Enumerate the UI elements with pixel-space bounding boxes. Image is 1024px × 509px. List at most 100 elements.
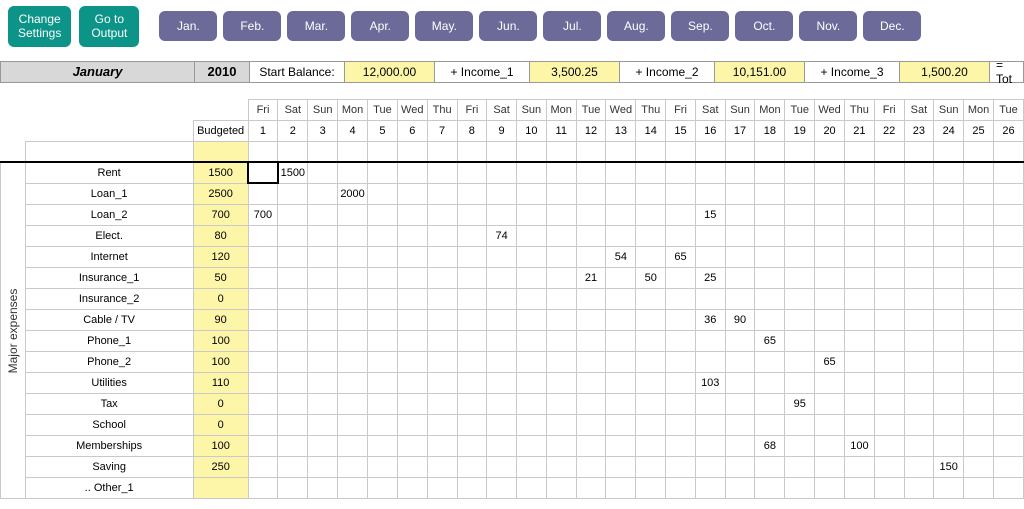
grid-cell[interactable] [397, 309, 427, 330]
grid-cell[interactable] [815, 204, 845, 225]
budgeted-cell[interactable]: 100 [193, 351, 248, 372]
grid-cell[interactable] [278, 246, 308, 267]
grid-cell[interactable] [934, 204, 964, 225]
grid-cell[interactable] [904, 435, 934, 456]
grid-cell[interactable] [725, 393, 755, 414]
grid-cell[interactable] [397, 372, 427, 393]
grid-cell[interactable] [368, 309, 398, 330]
grid-cell[interactable] [248, 414, 278, 435]
grid-cell[interactable] [666, 225, 696, 246]
grid-cell[interactable] [904, 393, 934, 414]
grid-cell[interactable] [278, 456, 308, 477]
budgeted-cell[interactable]: 50 [193, 267, 248, 288]
grid-cell[interactable] [457, 435, 487, 456]
grid-cell[interactable]: 65 [755, 330, 785, 351]
grid-cell[interactable] [934, 435, 964, 456]
grid-cell[interactable] [546, 246, 576, 267]
grid-cell[interactable] [427, 414, 457, 435]
grid-cell[interactable] [964, 225, 994, 246]
grid-cell[interactable] [785, 204, 815, 225]
grid-cell[interactable] [874, 246, 904, 267]
grid-cell[interactable] [397, 267, 427, 288]
grid-cell[interactable] [576, 372, 606, 393]
grid-cell[interactable] [457, 330, 487, 351]
grid-cell[interactable] [964, 204, 994, 225]
grid-cell[interactable] [487, 246, 517, 267]
grid-cell[interactable] [368, 288, 398, 309]
budgeted-cell[interactable]: 0 [193, 414, 248, 435]
grid-cell[interactable] [248, 309, 278, 330]
grid-cell[interactable] [576, 393, 606, 414]
grid-cell[interactable] [755, 372, 785, 393]
grid-cell[interactable] [308, 351, 338, 372]
budgeted-cell[interactable]: 100 [193, 330, 248, 351]
grid-cell[interactable] [576, 246, 606, 267]
grid-cell[interactable] [516, 204, 546, 225]
grid-cell[interactable] [368, 204, 398, 225]
grid-cell[interactable] [934, 267, 964, 288]
grid-cell[interactable] [725, 372, 755, 393]
grid-cell[interactable] [427, 435, 457, 456]
grid-cell[interactable] [606, 456, 636, 477]
grid-cell[interactable] [427, 351, 457, 372]
grid-cell[interactable] [278, 372, 308, 393]
grid-cell[interactable] [546, 414, 576, 435]
grid-cell[interactable] [725, 330, 755, 351]
grid-cell[interactable] [278, 204, 308, 225]
grid-cell[interactable] [576, 225, 606, 246]
grid-cell[interactable] [278, 393, 308, 414]
grid-cell[interactable] [755, 309, 785, 330]
grid-cell[interactable] [546, 162, 576, 183]
grid-cell[interactable] [457, 309, 487, 330]
month-button-7[interactable]: Jul. [543, 11, 601, 41]
budgeted-cell[interactable]: 700 [193, 204, 248, 225]
grid-cell[interactable] [606, 288, 636, 309]
grid-cell[interactable] [368, 267, 398, 288]
grid-cell[interactable] [576, 414, 606, 435]
grid-cell[interactable] [993, 267, 1023, 288]
grid-cell[interactable] [666, 204, 696, 225]
grid-cell[interactable] [546, 456, 576, 477]
grid-cell[interactable] [546, 351, 576, 372]
grid-cell[interactable] [755, 477, 785, 498]
grid-cell[interactable] [636, 435, 666, 456]
budgeted-cell[interactable]: 90 [193, 309, 248, 330]
grid-cell[interactable] [934, 246, 964, 267]
grid-cell[interactable] [725, 414, 755, 435]
grid-cell[interactable] [874, 372, 904, 393]
budgeted-cell[interactable]: 110 [193, 372, 248, 393]
grid-cell[interactable] [904, 225, 934, 246]
grid-cell[interactable] [516, 456, 546, 477]
grid-cell[interactable] [278, 435, 308, 456]
grid-cell[interactable] [845, 372, 875, 393]
grid-cell[interactable] [785, 372, 815, 393]
grid-cell[interactable] [308, 183, 338, 204]
grid-cell[interactable] [606, 372, 636, 393]
grid-cell[interactable] [964, 372, 994, 393]
grid-cell[interactable] [278, 288, 308, 309]
grid-cell[interactable] [845, 267, 875, 288]
grid-cell[interactable] [576, 435, 606, 456]
grid-cell[interactable] [248, 372, 278, 393]
grid-cell[interactable] [427, 456, 457, 477]
grid-cell[interactable]: 100 [845, 435, 875, 456]
grid-cell[interactable] [993, 393, 1023, 414]
grid-cell[interactable] [516, 477, 546, 498]
grid-cell[interactable] [368, 351, 398, 372]
grid-cell[interactable] [904, 456, 934, 477]
grid-cell[interactable] [606, 162, 636, 183]
grid-cell[interactable] [636, 288, 666, 309]
grid-cell[interactable] [487, 414, 517, 435]
grid-cell[interactable] [815, 309, 845, 330]
grid-cell[interactable] [934, 414, 964, 435]
grid-cell[interactable] [487, 330, 517, 351]
grid-cell[interactable] [725, 288, 755, 309]
grid-cell[interactable] [308, 372, 338, 393]
grid-cell[interactable] [934, 183, 964, 204]
grid-cell[interactable] [636, 456, 666, 477]
grid-cell[interactable] [397, 477, 427, 498]
grid-cell[interactable] [993, 351, 1023, 372]
month-button-6[interactable]: Jun. [479, 11, 537, 41]
grid-cell[interactable] [308, 414, 338, 435]
grid-cell[interactable] [695, 225, 725, 246]
